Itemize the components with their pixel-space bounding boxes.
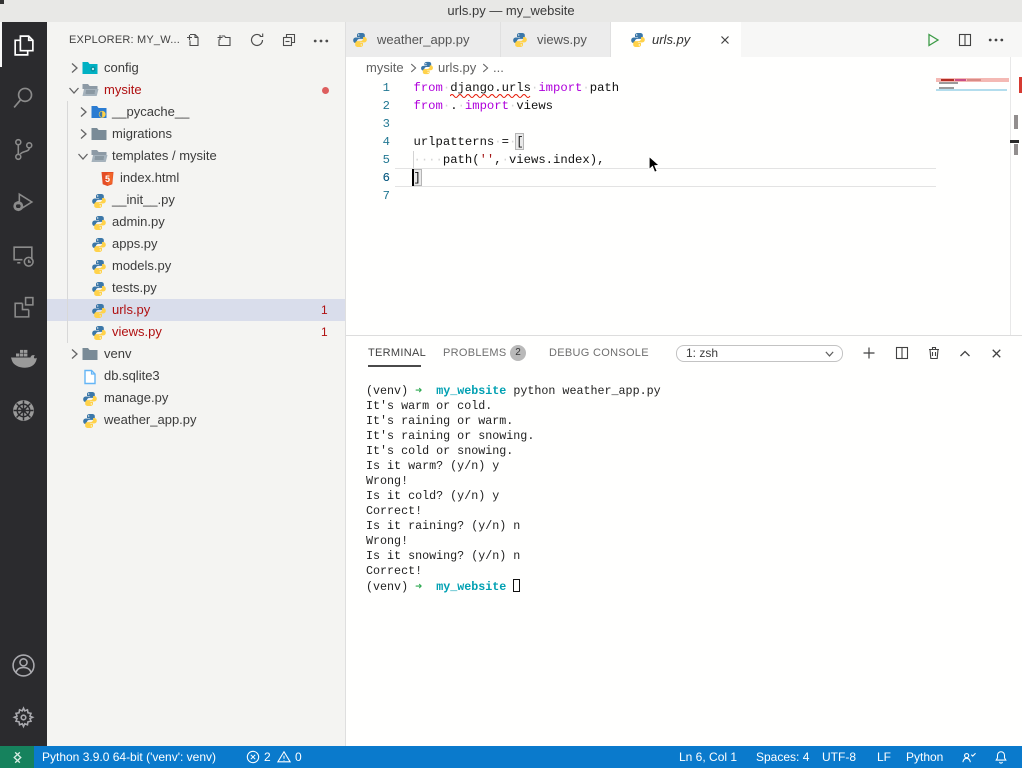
svg-text:5: 5 [105,174,110,184]
